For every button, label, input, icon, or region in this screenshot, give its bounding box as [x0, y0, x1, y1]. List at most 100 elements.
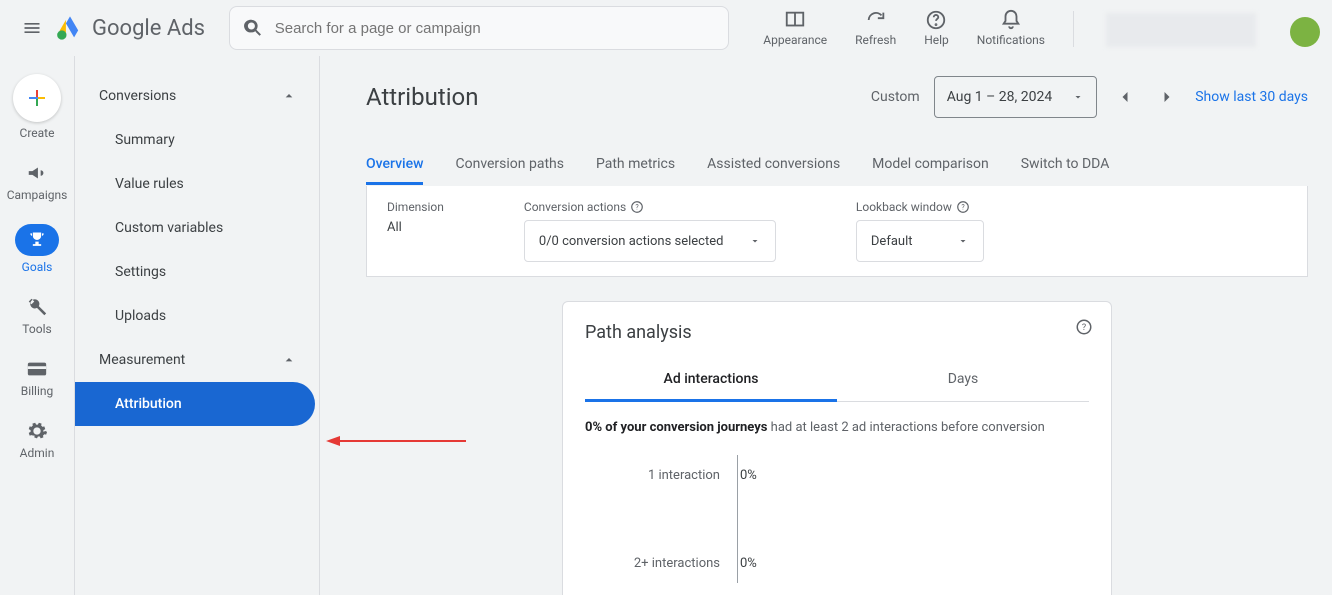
lookback-value: Default: [871, 234, 913, 249]
nav-item-uploads[interactable]: Uploads: [75, 294, 319, 338]
bar-value: 0%: [730, 556, 757, 571]
card-title: Path analysis: [585, 322, 1089, 343]
chevron-left-icon: [1115, 87, 1135, 107]
nav-item-settings[interactable]: Settings: [75, 250, 319, 294]
menu-icon: [22, 18, 42, 38]
tab-path-metrics[interactable]: Path metrics: [596, 146, 675, 185]
bar-label: 1 interaction: [585, 468, 730, 483]
rail-admin[interactable]: Admin: [20, 420, 55, 460]
tab-switch-to-dda[interactable]: Switch to DDA: [1021, 146, 1110, 185]
page-title: Attribution: [366, 83, 478, 111]
tab-assisted-conversions[interactable]: Assisted conversions: [707, 146, 840, 185]
show-last-30-days-link[interactable]: Show last 30 days: [1195, 89, 1308, 105]
appearance-button[interactable]: Appearance: [763, 9, 827, 47]
nav-section-conversions[interactable]: Conversions: [75, 74, 319, 118]
notifications-button[interactable]: Notifications: [977, 9, 1045, 47]
help-icon[interactable]: ?: [956, 200, 970, 214]
tab-overview[interactable]: Overview: [366, 146, 423, 185]
dropdown-icon: [957, 235, 969, 247]
nav-section-conversions-label: Conversions: [99, 88, 176, 104]
search-input-container[interactable]: [229, 6, 729, 50]
dropdown-icon: [1072, 91, 1084, 103]
divider: [1073, 11, 1074, 47]
chevron-up-icon: [281, 352, 297, 368]
nav-section-measurement[interactable]: Measurement: [75, 338, 319, 382]
conversion-actions-label: Conversion actions: [524, 200, 626, 214]
card-tab-ad-interactions[interactable]: Ad interactions: [585, 359, 837, 402]
rail-admin-label: Admin: [20, 446, 55, 460]
rail-create-label: Create: [20, 126, 55, 140]
chevron-up-icon: [281, 88, 297, 104]
dropdown-icon: [749, 235, 761, 247]
conversion-actions-dropdown[interactable]: 0/0 conversion actions selected: [524, 220, 776, 262]
dimension-value: All: [387, 220, 444, 235]
bar-row: 2+ interactions 0%: [585, 543, 1089, 583]
megaphone-icon: [26, 162, 48, 184]
rail-billing-label: Billing: [21, 384, 54, 398]
plus-icon: [25, 86, 49, 110]
product-logo: Google Ads: [56, 14, 205, 42]
rail-create[interactable]: Create: [13, 74, 61, 140]
rail-goals[interactable]: Goals: [15, 224, 59, 274]
rail-campaigns[interactable]: Campaigns: [7, 162, 68, 202]
nav-section-measurement-label: Measurement: [99, 352, 185, 368]
credit-card-icon: [26, 358, 48, 380]
bar-chart: 1 interaction 0% 2+ interactions 0%: [585, 455, 1089, 583]
tab-conversion-paths[interactable]: Conversion paths: [455, 146, 564, 185]
help-icon: [925, 9, 947, 31]
refresh-icon: [865, 9, 887, 31]
search-input[interactable]: [275, 20, 714, 37]
help-icon: ?: [1075, 318, 1093, 336]
path-analysis-card: Path analysis ? Ad interactions Days 0% …: [562, 301, 1112, 595]
appearance-label: Appearance: [763, 33, 827, 47]
svg-text:?: ?: [636, 203, 640, 211]
notifications-label: Notifications: [977, 33, 1045, 47]
summary-text: 0% of your conversion journeys had at le…: [585, 420, 1089, 435]
nav-item-attribution[interactable]: Attribution: [75, 382, 315, 426]
card-tab-days[interactable]: Days: [837, 359, 1089, 402]
svg-text:?: ?: [961, 203, 965, 211]
chart-axis: [737, 455, 738, 583]
nav-item-summary[interactable]: Summary: [75, 118, 319, 162]
rail-tools-label: Tools: [22, 322, 51, 336]
date-range-value: Aug 1 – 28, 2024: [947, 89, 1053, 105]
next-period-button[interactable]: [1153, 83, 1181, 111]
nav-item-custom-variables[interactable]: Custom variables: [75, 206, 319, 250]
help-label: Help: [924, 33, 949, 47]
trophy-icon: [27, 230, 47, 250]
tab-model-comparison[interactable]: Model comparison: [872, 146, 989, 185]
svg-text:?: ?: [1082, 323, 1086, 333]
lookback-dropdown[interactable]: Default: [856, 220, 984, 262]
chevron-right-icon: [1157, 87, 1177, 107]
lookback-label: Lookback window: [856, 200, 952, 214]
bar-value: 0%: [730, 468, 757, 483]
rail-tools[interactable]: Tools: [22, 296, 51, 336]
bar-row: 1 interaction 0%: [585, 455, 1089, 495]
bar-label: 2+ interactions: [585, 556, 730, 571]
gear-icon: [26, 420, 48, 442]
date-range-picker[interactable]: Aug 1 – 28, 2024: [934, 76, 1098, 118]
dimension-label: Dimension: [387, 200, 444, 214]
tools-icon: [26, 296, 48, 318]
hamburger-menu-button[interactable]: [12, 8, 52, 48]
product-name: Google Ads: [92, 16, 205, 41]
date-range-type-label: Custom: [871, 89, 920, 105]
avatar[interactable]: [1290, 17, 1320, 47]
account-info-redacted: [1106, 13, 1256, 47]
card-help-button[interactable]: ?: [1075, 318, 1093, 336]
nav-item-value-rules[interactable]: Value rules: [75, 162, 319, 206]
rail-campaigns-label: Campaigns: [7, 188, 68, 202]
google-ads-icon: [56, 14, 84, 42]
help-icon[interactable]: ?: [630, 200, 644, 214]
rail-billing[interactable]: Billing: [21, 358, 54, 398]
summary-bold: 0% of your conversion journeys: [585, 420, 767, 435]
bell-icon: [1000, 9, 1022, 31]
refresh-label: Refresh: [855, 33, 896, 47]
rail-goals-label: Goals: [22, 260, 53, 274]
summary-rest: had at least 2 ad interactions before co…: [767, 420, 1044, 435]
refresh-button[interactable]: Refresh: [855, 9, 896, 47]
search-icon: [244, 18, 263, 38]
prev-period-button[interactable]: [1111, 83, 1139, 111]
conversion-actions-value: 0/0 conversion actions selected: [539, 234, 724, 249]
help-button[interactable]: Help: [924, 9, 949, 47]
